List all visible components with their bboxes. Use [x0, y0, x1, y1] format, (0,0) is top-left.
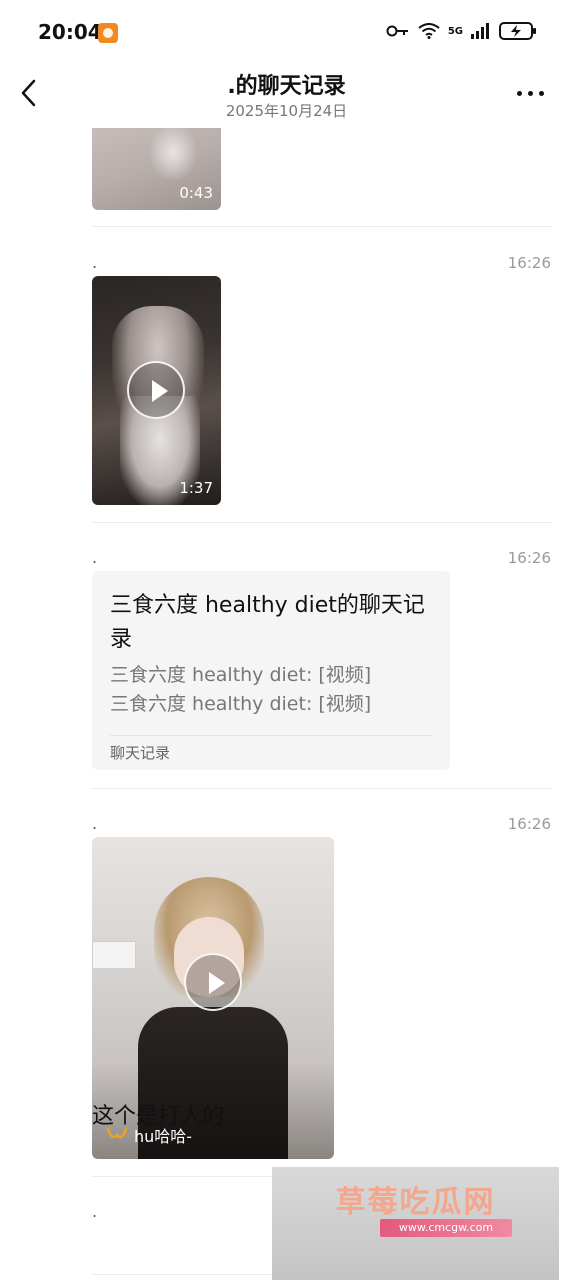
- video-duration: 1:37: [179, 479, 213, 497]
- divider: [92, 788, 551, 789]
- message-time: 16:26: [507, 549, 551, 567]
- video-duration: 0:43: [179, 184, 213, 202]
- sender-name: .: [92, 814, 98, 833]
- status-time: 20:04: [38, 20, 102, 44]
- chat-record-line: 三食六度 healthy diet: [视频]: [110, 664, 372, 686]
- chat-record-footer: 聊天记录: [110, 744, 171, 762]
- watermark-url: www.cmcgw.com: [380, 1219, 512, 1237]
- more-icon-dot: [517, 90, 522, 96]
- divider: [92, 226, 551, 227]
- page-title: .的聊天记录: [227, 74, 346, 99]
- chat-record-list[interactable]: 0:43 . 16:26 1:37 . 16:26 三食六度 healthy d…: [0, 128, 573, 1280]
- divider: [92, 522, 551, 523]
- video-thumbnail[interactable]: 1:37: [92, 276, 221, 505]
- video-thumbnail[interactable]: 0:43: [92, 128, 221, 210]
- status-bar: 20:04 5G: [0, 0, 573, 66]
- sender-name: .: [92, 1202, 98, 1221]
- more-icon-dot: [539, 90, 544, 96]
- play-icon[interactable]: [184, 953, 242, 1011]
- key-icon: [386, 25, 408, 37]
- message-time: 16:26: [507, 254, 551, 272]
- nav-bar: .的聊天记录 2025年10月24日: [0, 66, 573, 128]
- sender-name: .: [92, 548, 98, 567]
- more-icon-dot: [528, 90, 533, 96]
- background-ac-unit: [92, 941, 136, 969]
- chat-record-card[interactable]: 三食六度 healthy diet的聊天记录 三食六度 healthy diet…: [92, 571, 450, 770]
- chat-record-title: 三食六度 healthy diet的聊天记录: [110, 593, 425, 652]
- sender-name: .: [92, 253, 98, 272]
- message-time: 16:26: [507, 815, 551, 833]
- battery-icon: [499, 22, 536, 40]
- text-message: 这个是打人的: [92, 1104, 225, 1129]
- network-type: 5G: [447, 25, 463, 37]
- card-divider: [110, 735, 432, 736]
- status-icons: 5G: [386, 22, 537, 40]
- play-icon[interactable]: [127, 361, 185, 419]
- watermark-overlay: 草莓吃瓜网 www.cmcgw.com: [272, 1167, 559, 1280]
- page-subtitle-date: 2025年10月24日: [225, 102, 348, 120]
- chat-record-line: 三食六度 healthy diet: [视频]: [110, 693, 372, 715]
- more-button[interactable]: [517, 84, 551, 102]
- watermark-title: 草莓吃瓜网: [335, 1185, 496, 1220]
- wifi-icon: [418, 23, 440, 39]
- notification-app-icon: [98, 23, 118, 43]
- video-frame-detail: [148, 128, 198, 182]
- signal-icon: [471, 23, 489, 39]
